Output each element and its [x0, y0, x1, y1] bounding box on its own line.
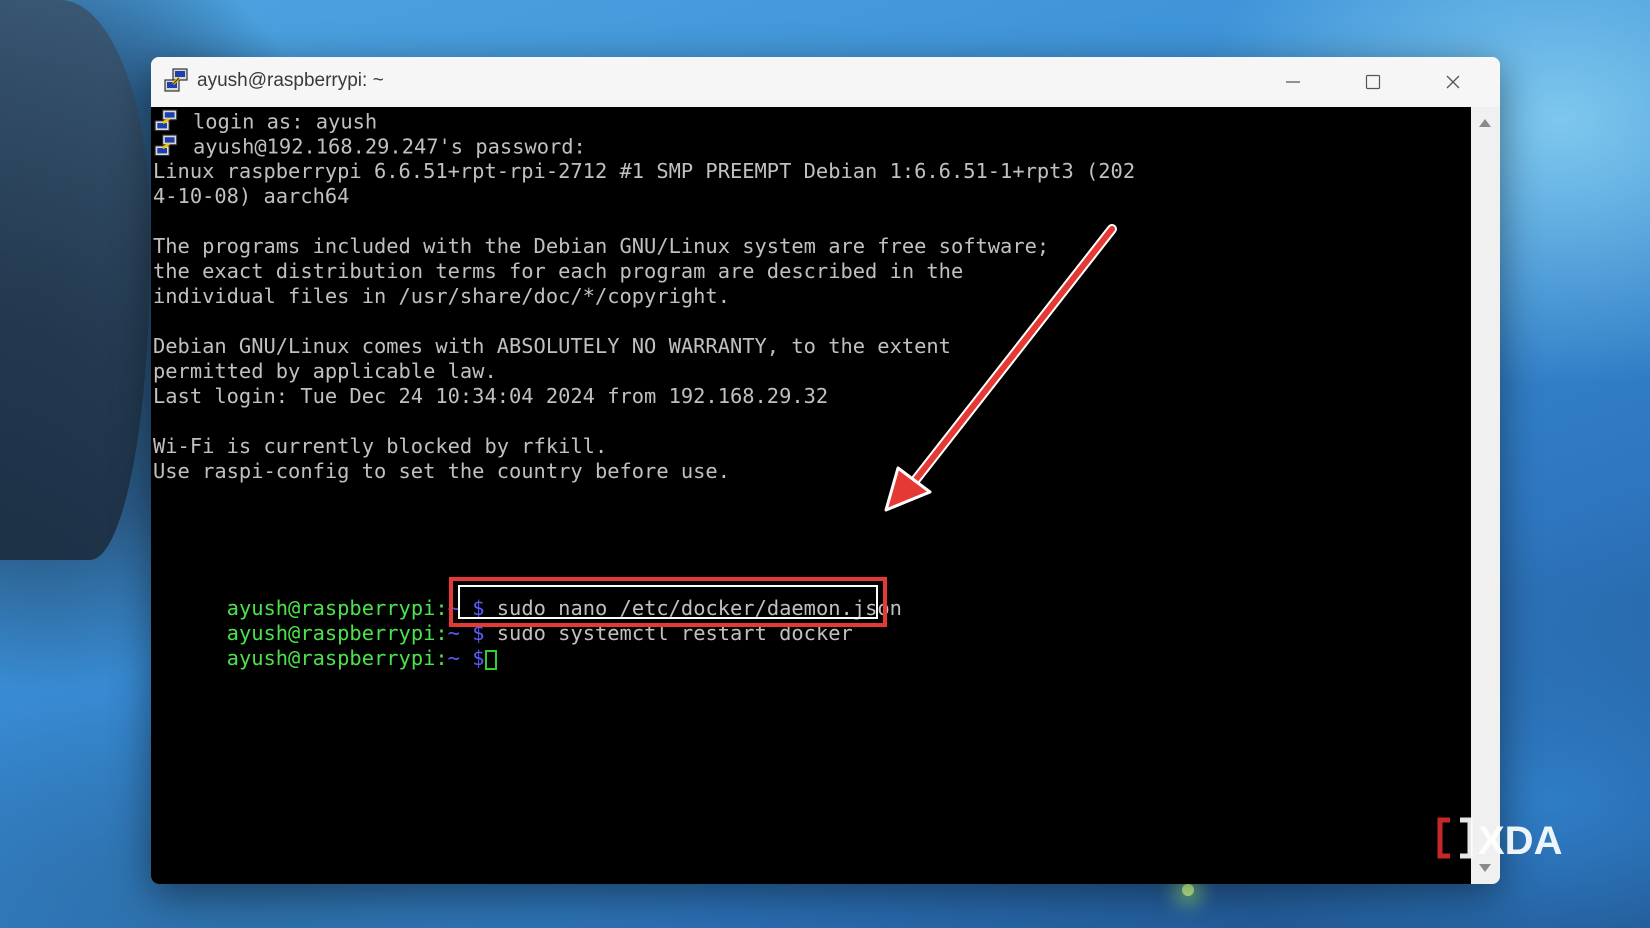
scroll-down-icon[interactable]: [1479, 864, 1491, 872]
text-cursor: [484, 650, 497, 670]
svg-text:XDA: XDA: [1478, 819, 1562, 860]
terminal-line: The programs included with the Debian GN…: [153, 234, 1049, 259]
terminal-line: Last login: Tue Dec 24 10:34:04 2024 fro…: [153, 384, 828, 409]
terminal-line: Linux raspberrypi 6.6.51+rpt-rpi-2712 #1…: [153, 159, 1135, 184]
terminal-line-text: Linux raspberrypi 6.6.51+rpt-rpi-2712 #1…: [153, 159, 1136, 183]
terminal-line-text: Last login: Tue Dec 24 10:34:04 2024 fro…: [153, 384, 829, 408]
wallpaper-glow: [1182, 884, 1194, 896]
wallpaper-rock: [0, 0, 150, 560]
terminal-line: 4-10-08) aarch64: [153, 184, 349, 209]
xda-logo: XDA: [1437, 817, 1562, 860]
terminal-line-text: The programs included with the Debian GN…: [153, 234, 1050, 258]
putty-window[interactable]: ayush@raspberrypi: ~ login as: ayush ayus…: [151, 57, 1500, 884]
maximize-button[interactable]: [1333, 57, 1413, 107]
terminal-line-text: ayush@192.168.29.247's password:: [193, 134, 586, 159]
terminal-line: Wi-Fi is currently blocked by rfkill.: [153, 434, 607, 459]
terminal-line: permitted by applicable law.: [153, 359, 497, 384]
terminal-line-text: the exact distribution terms for each pr…: [153, 259, 964, 283]
terminal-line: Use raspi-config to set the country befo…: [153, 459, 730, 484]
terminal-line: login as: ayush: [153, 109, 377, 134]
scroll-up-icon[interactable]: [1479, 119, 1491, 127]
terminal-line-text: Use raspi-config to set the country befo…: [153, 459, 730, 483]
terminal-line-text: login as: ayush: [193, 109, 378, 134]
putty-icon: [153, 134, 181, 157]
terminal-line-text: individual files in /usr/share/doc/*/cop…: [153, 284, 730, 308]
putty-icon: [164, 68, 188, 92]
terminal-line: the exact distribution terms for each pr…: [153, 259, 963, 284]
vertical-scrollbar[interactable]: [1471, 107, 1500, 884]
terminal-output[interactable]: login as: ayush ayush@192.168.29.247's pa…: [151, 107, 1471, 884]
close-button[interactable]: [1413, 57, 1493, 107]
prompt-line-active[interactable]: ayush@raspberrypi:~ $: [153, 621, 497, 670]
terminal-line-text: Wi-Fi is currently blocked by rfkill.: [153, 434, 608, 458]
terminal-line-text: Debian GNU/Linux comes with ABSOLUTELY N…: [153, 334, 951, 358]
minimize-button[interactable]: [1253, 57, 1333, 107]
minimize-icon: [1286, 81, 1300, 83]
terminal-line-text: 4-10-08) aarch64: [153, 184, 350, 208]
highlight-box-inner: [458, 585, 878, 619]
putty-icon: [153, 109, 181, 132]
window-title: ayush@raspberrypi: ~: [197, 70, 384, 91]
terminal-line-text: permitted by applicable law.: [153, 359, 497, 383]
title-bar[interactable]: ayush@raspberrypi: ~: [151, 57, 1500, 107]
terminal-line: individual files in /usr/share/doc/*/cop…: [153, 284, 730, 309]
terminal-line: ayush@192.168.29.247's password:: [153, 134, 586, 159]
terminal-line: Debian GNU/Linux comes with ABSOLUTELY N…: [153, 334, 951, 359]
close-icon: [1446, 75, 1460, 89]
maximize-icon: [1365, 74, 1381, 90]
